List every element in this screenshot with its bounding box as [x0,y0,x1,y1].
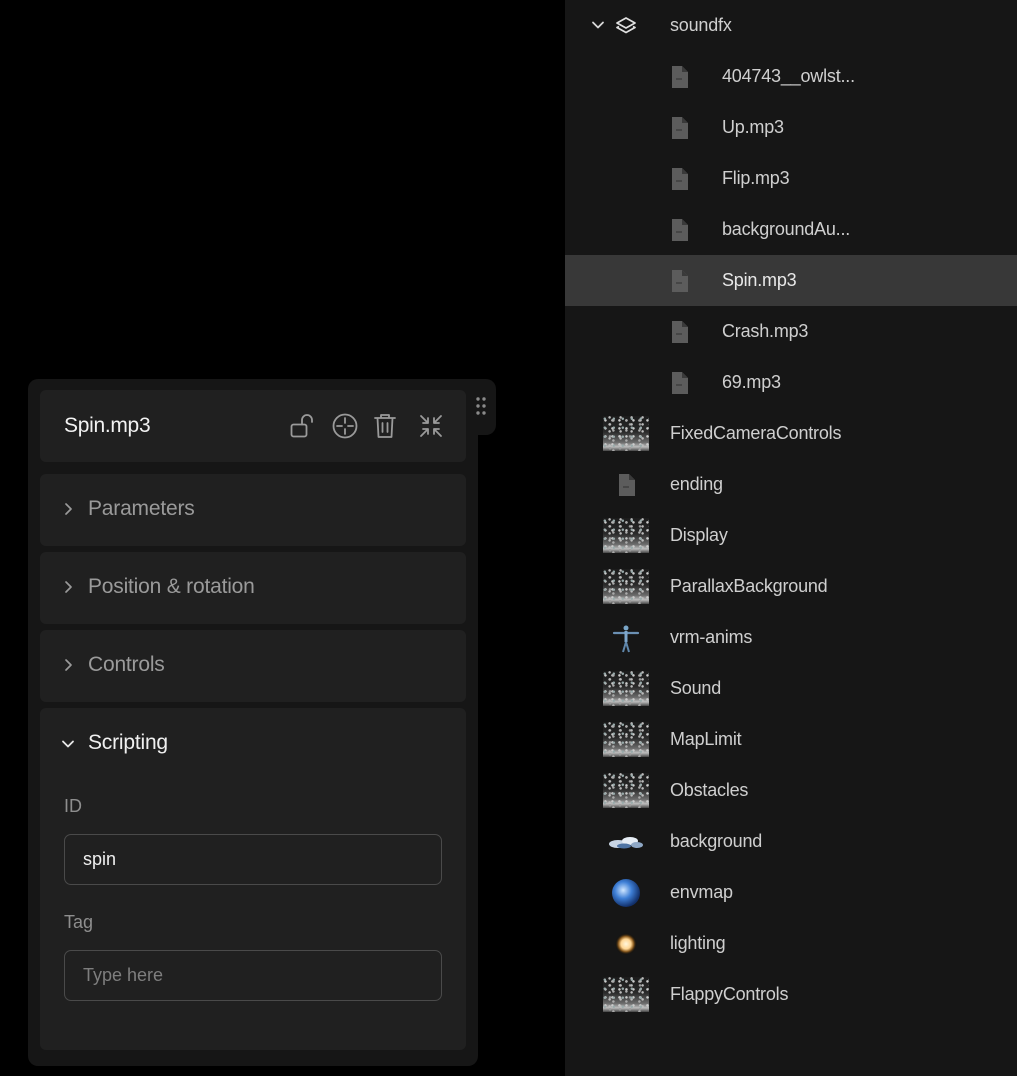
tree-item[interactable]: Up.mp3 [565,102,1017,153]
tree-item[interactable]: MapLimit [565,714,1017,765]
scene-thumbnail [603,518,649,553]
globe-thumbnail [603,875,649,910]
audio-file-icon [672,66,688,88]
tree-item[interactable]: background [565,816,1017,867]
chevron-right-icon[interactable] [61,580,75,594]
tree-item-label: 404743__owlst... [722,66,855,86]
avatar-thumbnail [603,620,649,655]
inspector-title: Spin.mp3 [64,414,151,437]
collapse-icon[interactable] [416,411,446,441]
section-controls-label[interactable]: Controls [88,653,165,677]
audio-file-icon [672,321,688,343]
tree-item-label: vrm-anims [670,627,753,647]
tree-item-label: ParallaxBackground [670,576,828,596]
chevron-down-icon[interactable] [61,737,75,751]
target-icon[interactable] [330,411,360,441]
tree-item[interactable]: lighting [565,918,1017,969]
chevron-down-icon[interactable] [591,18,605,32]
tree-item[interactable]: FlappyControls [565,969,1017,1020]
tree-group-soundfx[interactable]: soundfx [565,0,1017,51]
section-position-label[interactable]: Position & rotation [88,575,255,599]
tree-item[interactable]: Crash.mp3 [565,306,1017,357]
drag-handle-icon[interactable] [475,396,487,416]
tree-item-label: background [670,831,763,851]
chevron-right-icon[interactable] [61,658,75,672]
tree-item-label: Display [670,525,728,545]
audio-file-icon [672,168,688,190]
tag-label: Tag [64,912,94,932]
tree-item[interactable]: Sound [565,663,1017,714]
tree-item-label: Flip.mp3 [722,168,790,188]
id-label: ID [64,796,82,816]
tree-item-label: MapLimit [670,729,742,749]
audio-file-icon [672,219,688,241]
tree-item[interactable]: vrm-anims [565,612,1017,663]
tree-item[interactable]: ParallaxBackground [565,561,1017,612]
tree-item-label: 69.mp3 [722,372,781,392]
cloud-thumbnail [603,824,649,859]
tree-item-label: Obstacles [670,780,749,800]
scene-tree-panel: soundfx 404743__owlst... Up.mp3 Flip.mp3… [565,0,1017,1076]
tree-item[interactable]: Display [565,510,1017,561]
tree-item-label: Spin.mp3 [722,270,797,290]
tree-group-label: soundfx [670,15,732,35]
tree-item-label: FixedCameraControls [670,423,842,443]
tree-item-label: Sound [670,678,722,698]
tree-item[interactable]: backgroundAu... [565,204,1017,255]
tree-item-label: Crash.mp3 [722,321,809,341]
tree-item-label: backgroundAu... [722,219,851,239]
tree-item-label: envmap [670,882,733,902]
id-input[interactable] [64,834,442,885]
tree-item[interactable]: 69.mp3 [565,357,1017,408]
scene-thumbnail [603,569,649,604]
tree-item[interactable]: FixedCameraControls [565,408,1017,459]
tree-item-label: FlappyControls [670,984,789,1004]
chevron-right-icon[interactable] [61,502,75,516]
scene-thumbnail [603,722,649,757]
light-thumbnail [603,926,649,961]
audio-file-icon [672,270,688,292]
tree-item-selected[interactable]: Spin.mp3 [565,255,1017,306]
section-scripting-label[interactable]: Scripting [88,731,168,755]
unlock-icon[interactable] [288,411,318,441]
audio-file-icon [672,372,688,394]
tag-input[interactable] [64,950,442,1001]
tree-item-label: lighting [670,933,726,953]
tree-item-label: ending [670,474,723,494]
tree-item[interactable]: envmap [565,867,1017,918]
tree-item[interactable]: Flip.mp3 [565,153,1017,204]
scene-thumbnail [603,671,649,706]
scene-thumbnail [603,773,649,808]
tree-item[interactable]: Obstacles [565,765,1017,816]
audio-file-icon [619,474,635,496]
scene-thumbnail [603,977,649,1012]
layers-icon [616,17,636,34]
tree-item[interactable]: ending [565,459,1017,510]
trash-icon[interactable] [370,411,400,441]
section-parameters-label[interactable]: Parameters [88,497,195,521]
scene-thumbnail [603,416,649,451]
audio-file-icon [672,117,688,139]
tree-item[interactable]: 404743__owlst... [565,51,1017,102]
tree-item-label: Up.mp3 [722,117,784,137]
